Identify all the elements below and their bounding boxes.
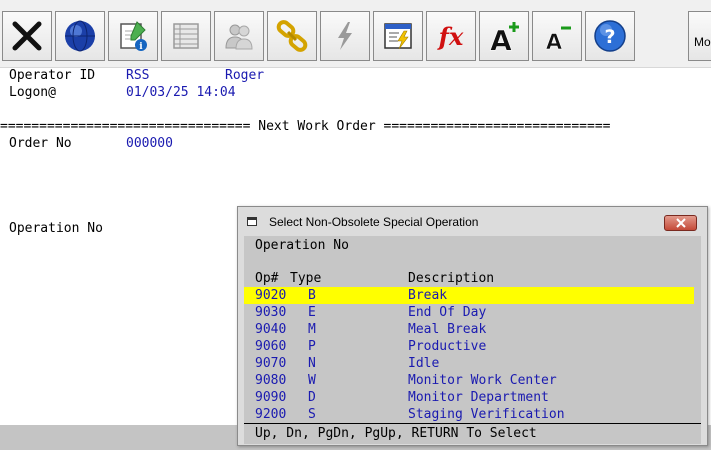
row-type: P bbox=[308, 339, 316, 354]
list-button[interactable] bbox=[161, 11, 211, 61]
x-cross-icon bbox=[12, 21, 42, 51]
row-type: S bbox=[308, 407, 316, 422]
row-description: Idle bbox=[408, 356, 440, 371]
function-button[interactable]: fx bbox=[426, 11, 476, 61]
users-button[interactable] bbox=[214, 11, 264, 61]
font-larger-button[interactable]: A bbox=[479, 11, 529, 61]
row-op: 9020 bbox=[255, 288, 287, 303]
row-op: 9200 bbox=[255, 407, 287, 422]
operation-row[interactable]: 9060 P Productive bbox=[244, 338, 694, 355]
fx-icon: fx bbox=[437, 22, 464, 51]
exit-button[interactable] bbox=[2, 11, 52, 61]
lightning-button[interactable] bbox=[320, 11, 370, 61]
dialog-titlebar[interactable]: Select Non-Obsolete Special Operation bbox=[238, 207, 707, 236]
order-no-label: Order No bbox=[9, 136, 72, 151]
row-description: Break bbox=[408, 288, 448, 303]
operation-row[interactable]: 9040 M Meal Break bbox=[244, 321, 694, 338]
row-type: D bbox=[308, 390, 316, 405]
toolbar: i fx A A ? Mo bbox=[0, 0, 711, 68]
more-button[interactable]: Mo bbox=[688, 11, 711, 61]
order-no-value[interactable]: 000000 bbox=[126, 136, 173, 152]
chain-link-icon bbox=[276, 20, 308, 52]
globe-icon bbox=[65, 20, 95, 52]
dialog-footer: Up, Dn, PgDn, PgUp, RETURN To Select bbox=[244, 423, 701, 444]
users-icon bbox=[225, 24, 253, 50]
row-op: 9030 bbox=[255, 305, 287, 320]
next-work-order-separator: ================================ Next Wo… bbox=[0, 119, 611, 134]
row-op: 9090 bbox=[255, 390, 287, 405]
logon-label: Logon@ bbox=[9, 85, 56, 100]
row-description: Staging Verification bbox=[408, 407, 565, 422]
question-icon: ? bbox=[594, 20, 626, 52]
info-edit-button[interactable]: i bbox=[108, 11, 158, 61]
column-header-op: Op# bbox=[255, 271, 279, 286]
row-type: E bbox=[308, 305, 316, 320]
notepad-info-icon: i bbox=[120, 21, 147, 52]
row-op: 9040 bbox=[255, 322, 287, 337]
svg-text:A: A bbox=[546, 30, 563, 54]
font-smaller-button[interactable]: A bbox=[532, 11, 582, 61]
globe-button[interactable] bbox=[55, 11, 105, 61]
dialog-field-label: Operation No bbox=[255, 238, 349, 253]
link-button[interactable] bbox=[267, 11, 317, 61]
select-operation-dialog: Select Non-Obsolete Special Operation Op… bbox=[237, 206, 708, 446]
row-description: Monitor Department bbox=[408, 390, 549, 405]
column-header-type: Type bbox=[290, 271, 322, 286]
font-decrease-icon: A bbox=[546, 26, 571, 54]
list-icon bbox=[173, 23, 199, 49]
column-header-description: Description bbox=[408, 271, 495, 286]
operator-id-label: Operator ID bbox=[9, 68, 96, 83]
row-op: 9060 bbox=[255, 339, 287, 354]
operation-row[interactable]: 9020 B Break bbox=[244, 287, 694, 304]
close-icon bbox=[675, 218, 686, 228]
row-description: Monitor Work Center bbox=[408, 373, 557, 388]
svg-text:A: A bbox=[490, 24, 512, 54]
dialog-title: Select Non-Obsolete Special Operation bbox=[269, 215, 479, 229]
row-type: W bbox=[308, 373, 316, 388]
row-description: End Of Day bbox=[408, 305, 487, 320]
svg-text:i: i bbox=[139, 42, 143, 52]
lightning-icon bbox=[338, 22, 352, 50]
dialog-footer-hint: Up, Dn, PgDn, PgUp, RETURN To Select bbox=[255, 426, 537, 441]
window-system-icon[interactable] bbox=[247, 217, 257, 226]
row-description: Meal Break bbox=[408, 322, 487, 337]
font-increase-icon: A bbox=[490, 22, 519, 54]
svg-text:?: ? bbox=[604, 26, 615, 48]
operation-no-label: Operation No bbox=[9, 221, 103, 236]
dialog-body: Operation No Op# Type Description 9020 B… bbox=[244, 236, 701, 430]
svg-text:fx: fx bbox=[437, 22, 464, 51]
operation-row[interactable]: 9030 E End Of Day bbox=[244, 304, 694, 321]
logon-time-value: 01/03/25 14:04 bbox=[126, 85, 236, 100]
row-op: 9070 bbox=[255, 356, 287, 371]
operation-row[interactable]: 9200 S Staging Verification bbox=[244, 406, 694, 423]
operation-row[interactable]: 9070 N Idle bbox=[244, 355, 694, 372]
operation-row[interactable]: 9090 D Monitor Department bbox=[244, 389, 694, 406]
row-description: Productive bbox=[408, 339, 487, 354]
operator-name-value: Roger bbox=[225, 68, 265, 83]
operator-id-value: RSS bbox=[126, 68, 150, 83]
row-type: M bbox=[308, 322, 316, 337]
window-lightning-icon bbox=[384, 23, 412, 50]
help-button[interactable]: ? bbox=[585, 11, 635, 61]
row-op: 9080 bbox=[255, 373, 287, 388]
operation-row[interactable]: 9080 W Monitor Work Center bbox=[244, 372, 694, 389]
row-type: N bbox=[308, 356, 316, 371]
row-type: B bbox=[308, 288, 316, 303]
window-lightning-button[interactable] bbox=[373, 11, 423, 61]
dialog-close-button[interactable] bbox=[664, 215, 697, 231]
